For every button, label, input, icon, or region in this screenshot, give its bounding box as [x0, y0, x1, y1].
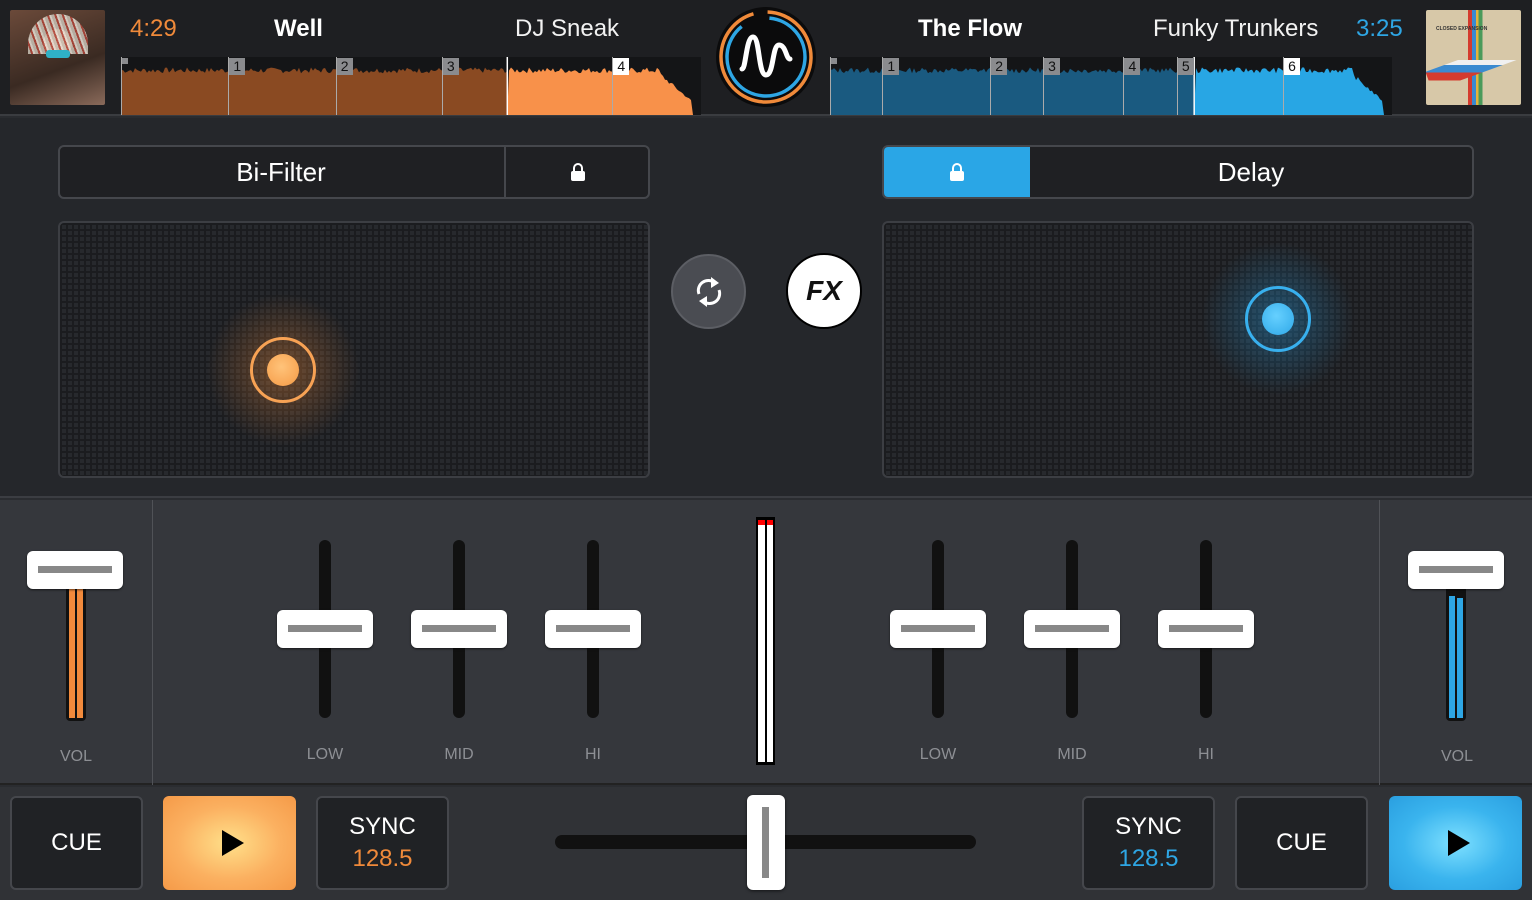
cue-point-label: 6 — [1283, 58, 1300, 75]
cue-point-label — [831, 58, 837, 64]
waveform-unplayed — [507, 67, 701, 115]
cue-point-marker[interactable]: 1 — [882, 57, 900, 115]
deck-a-volume-fader[interactable] — [27, 551, 123, 590]
master-level-meter — [756, 517, 775, 765]
deck-b-volume-fader[interactable] — [1408, 551, 1504, 590]
deck-b-track-title: The Flow — [918, 15, 1022, 42]
cue-point-marker[interactable]: 3 — [1042, 57, 1060, 115]
transport-bar: CUE SYNC 128.5 SYNC 128.5 CUE — [0, 787, 1532, 900]
fx-section: Bi-Filter FX Delay — [0, 118, 1532, 595]
deck-a-fx-xy-pad[interactable] — [58, 221, 650, 478]
waveform-logo-icon[interactable] — [716, 7, 816, 107]
deck-a-fx-selector[interactable]: Bi-Filter — [58, 145, 650, 199]
lock-icon — [571, 163, 585, 181]
deck-b-vol-label: VOL — [1440, 748, 1473, 765]
mixer: VOL LOW MID HI LOW MID HI VOL — [0, 500, 1532, 785]
deck-a-album-art[interactable] — [10, 10, 105, 105]
deck-a-hi-label: HI — [585, 746, 601, 763]
divider — [152, 500, 153, 785]
deck-b-eq-hi-fader[interactable] — [1158, 610, 1254, 648]
deck-b-artist: Funky Trunkers — [1153, 15, 1319, 42]
deck-b-eq-mid-fader[interactable] — [1024, 610, 1120, 648]
deck-b-fx-puck[interactable] — [1194, 236, 1361, 403]
cue-point-marker[interactable]: 5 — [1176, 57, 1194, 115]
cue-point-label: 3 — [442, 58, 459, 75]
cue-point-marker[interactable]: 1 — [228, 57, 246, 115]
crossfader-handle[interactable] — [746, 795, 785, 890]
deck-b-bpm: 128.5 — [1118, 845, 1179, 872]
cue-point-label: 1 — [229, 58, 246, 75]
deck-b-cue-label: CUE — [1276, 829, 1327, 856]
cue-point-marker[interactable]: 4 — [612, 57, 630, 115]
deck-a-sync-label: SYNC — [349, 813, 416, 840]
cue-point-marker[interactable]: 2 — [990, 57, 1008, 115]
deck-a-vol-label: VOL — [59, 748, 92, 765]
cue-point-label: 1 — [883, 58, 900, 75]
deck-b-level-meter-right — [1457, 597, 1463, 718]
deck-a-fx-lock-button[interactable] — [504, 147, 650, 197]
deck-b-cue-button[interactable]: CUE — [1235, 796, 1368, 890]
cue-point-label — [122, 58, 128, 64]
deck-a-eq-hi-fader[interactable] — [545, 610, 641, 648]
deck-a-eq-low-fader[interactable] — [277, 610, 373, 648]
deck-a-track-title: Well — [274, 15, 323, 42]
deck-a-bpm: 128.5 — [352, 845, 413, 872]
divider — [1379, 500, 1380, 785]
master-meter-left — [758, 520, 765, 762]
top-bar: 4:29 Well DJ Sneak 1 2 3 4 The Flow Funky T… — [0, 0, 1532, 116]
fx-button[interactable]: FX — [786, 253, 862, 329]
deck-a-fx-name[interactable]: Bi-Filter — [60, 147, 502, 197]
deck-a-fx-puck[interactable] — [200, 286, 367, 453]
cue-point-label: 2 — [991, 58, 1008, 75]
deck-a-sync-button[interactable]: SYNC 128.5 — [316, 796, 449, 890]
master-meter-right — [766, 520, 773, 762]
deck-a-eq-mid-fader[interactable] — [411, 610, 507, 648]
deck-a-mid-label: MID — [444, 746, 474, 763]
deck-b-low-label: LOW — [919, 746, 957, 763]
cue-point-marker[interactable] — [830, 57, 837, 115]
deck-a-level-meter-left — [69, 566, 75, 718]
puck-dot — [1261, 303, 1294, 336]
cue-point-marker[interactable]: 3 — [441, 57, 459, 115]
deck-b-time-remaining: 3:25 — [1356, 15, 1403, 42]
lock-icon — [950, 163, 964, 181]
deck-b-fx-name[interactable]: Delay — [1030, 147, 1472, 197]
deck-a-cue-button[interactable]: CUE — [10, 796, 143, 890]
deck-b-waveform[interactable]: 1 2 3 4 5 6 — [830, 57, 1392, 115]
deck-b-hi-label: HI — [1198, 746, 1214, 763]
cue-point-label: 4 — [1124, 58, 1141, 75]
fx-sync-button[interactable] — [671, 254, 746, 329]
deck-a-time-remaining: 4:29 — [130, 15, 177, 42]
cue-point-label: 5 — [1177, 58, 1194, 75]
deck-a-play-button[interactable] — [163, 796, 296, 890]
deck-b-waveform-graph — [830, 57, 1392, 115]
play-icon — [1447, 830, 1470, 856]
dj-app: 4:29 Well DJ Sneak 1 2 3 4 The Flow Funky T… — [0, 0, 1532, 900]
cue-point-marker[interactable]: 2 — [335, 57, 353, 115]
deck-a-low-label: LOW — [306, 746, 344, 763]
cue-point-label: 3 — [1043, 58, 1060, 75]
deck-b-level-meter-left — [1449, 596, 1455, 718]
deck-b-fx-selector[interactable]: Delay — [882, 145, 1474, 199]
cue-point-marker[interactable]: 6 — [1282, 57, 1300, 115]
deck-b-album-art[interactable]: CLOSED EXPANSION — [1426, 10, 1521, 105]
deck-b-mid-label: MID — [1057, 746, 1087, 763]
deck-a-waveform[interactable]: 1 2 3 4 — [121, 57, 701, 115]
deck-b-fx-xy-pad[interactable] — [882, 221, 1474, 478]
deck-b-play-button[interactable] — [1389, 796, 1522, 890]
deck-b-sync-label: SYNC — [1115, 813, 1182, 840]
cue-point-marker[interactable] — [121, 57, 128, 115]
deck-a-artist: DJ Sneak — [515, 15, 620, 42]
cue-point-marker[interactable]: 4 — [1123, 57, 1141, 115]
puck-dot — [267, 353, 300, 386]
deck-b-sync-button[interactable]: SYNC 128.5 — [1082, 796, 1215, 890]
refresh-icon — [696, 276, 721, 307]
cue-point-label: 4 — [613, 58, 630, 75]
deck-b-eq-low-fader[interactable] — [890, 610, 986, 648]
deck-a-cue-label: CUE — [51, 829, 102, 856]
deck-b-fx-lock-button[interactable] — [884, 147, 1030, 197]
album-art-text: CLOSED EXPANSION — [1436, 26, 1488, 32]
play-icon — [221, 830, 244, 856]
cue-point-label: 2 — [336, 58, 353, 75]
